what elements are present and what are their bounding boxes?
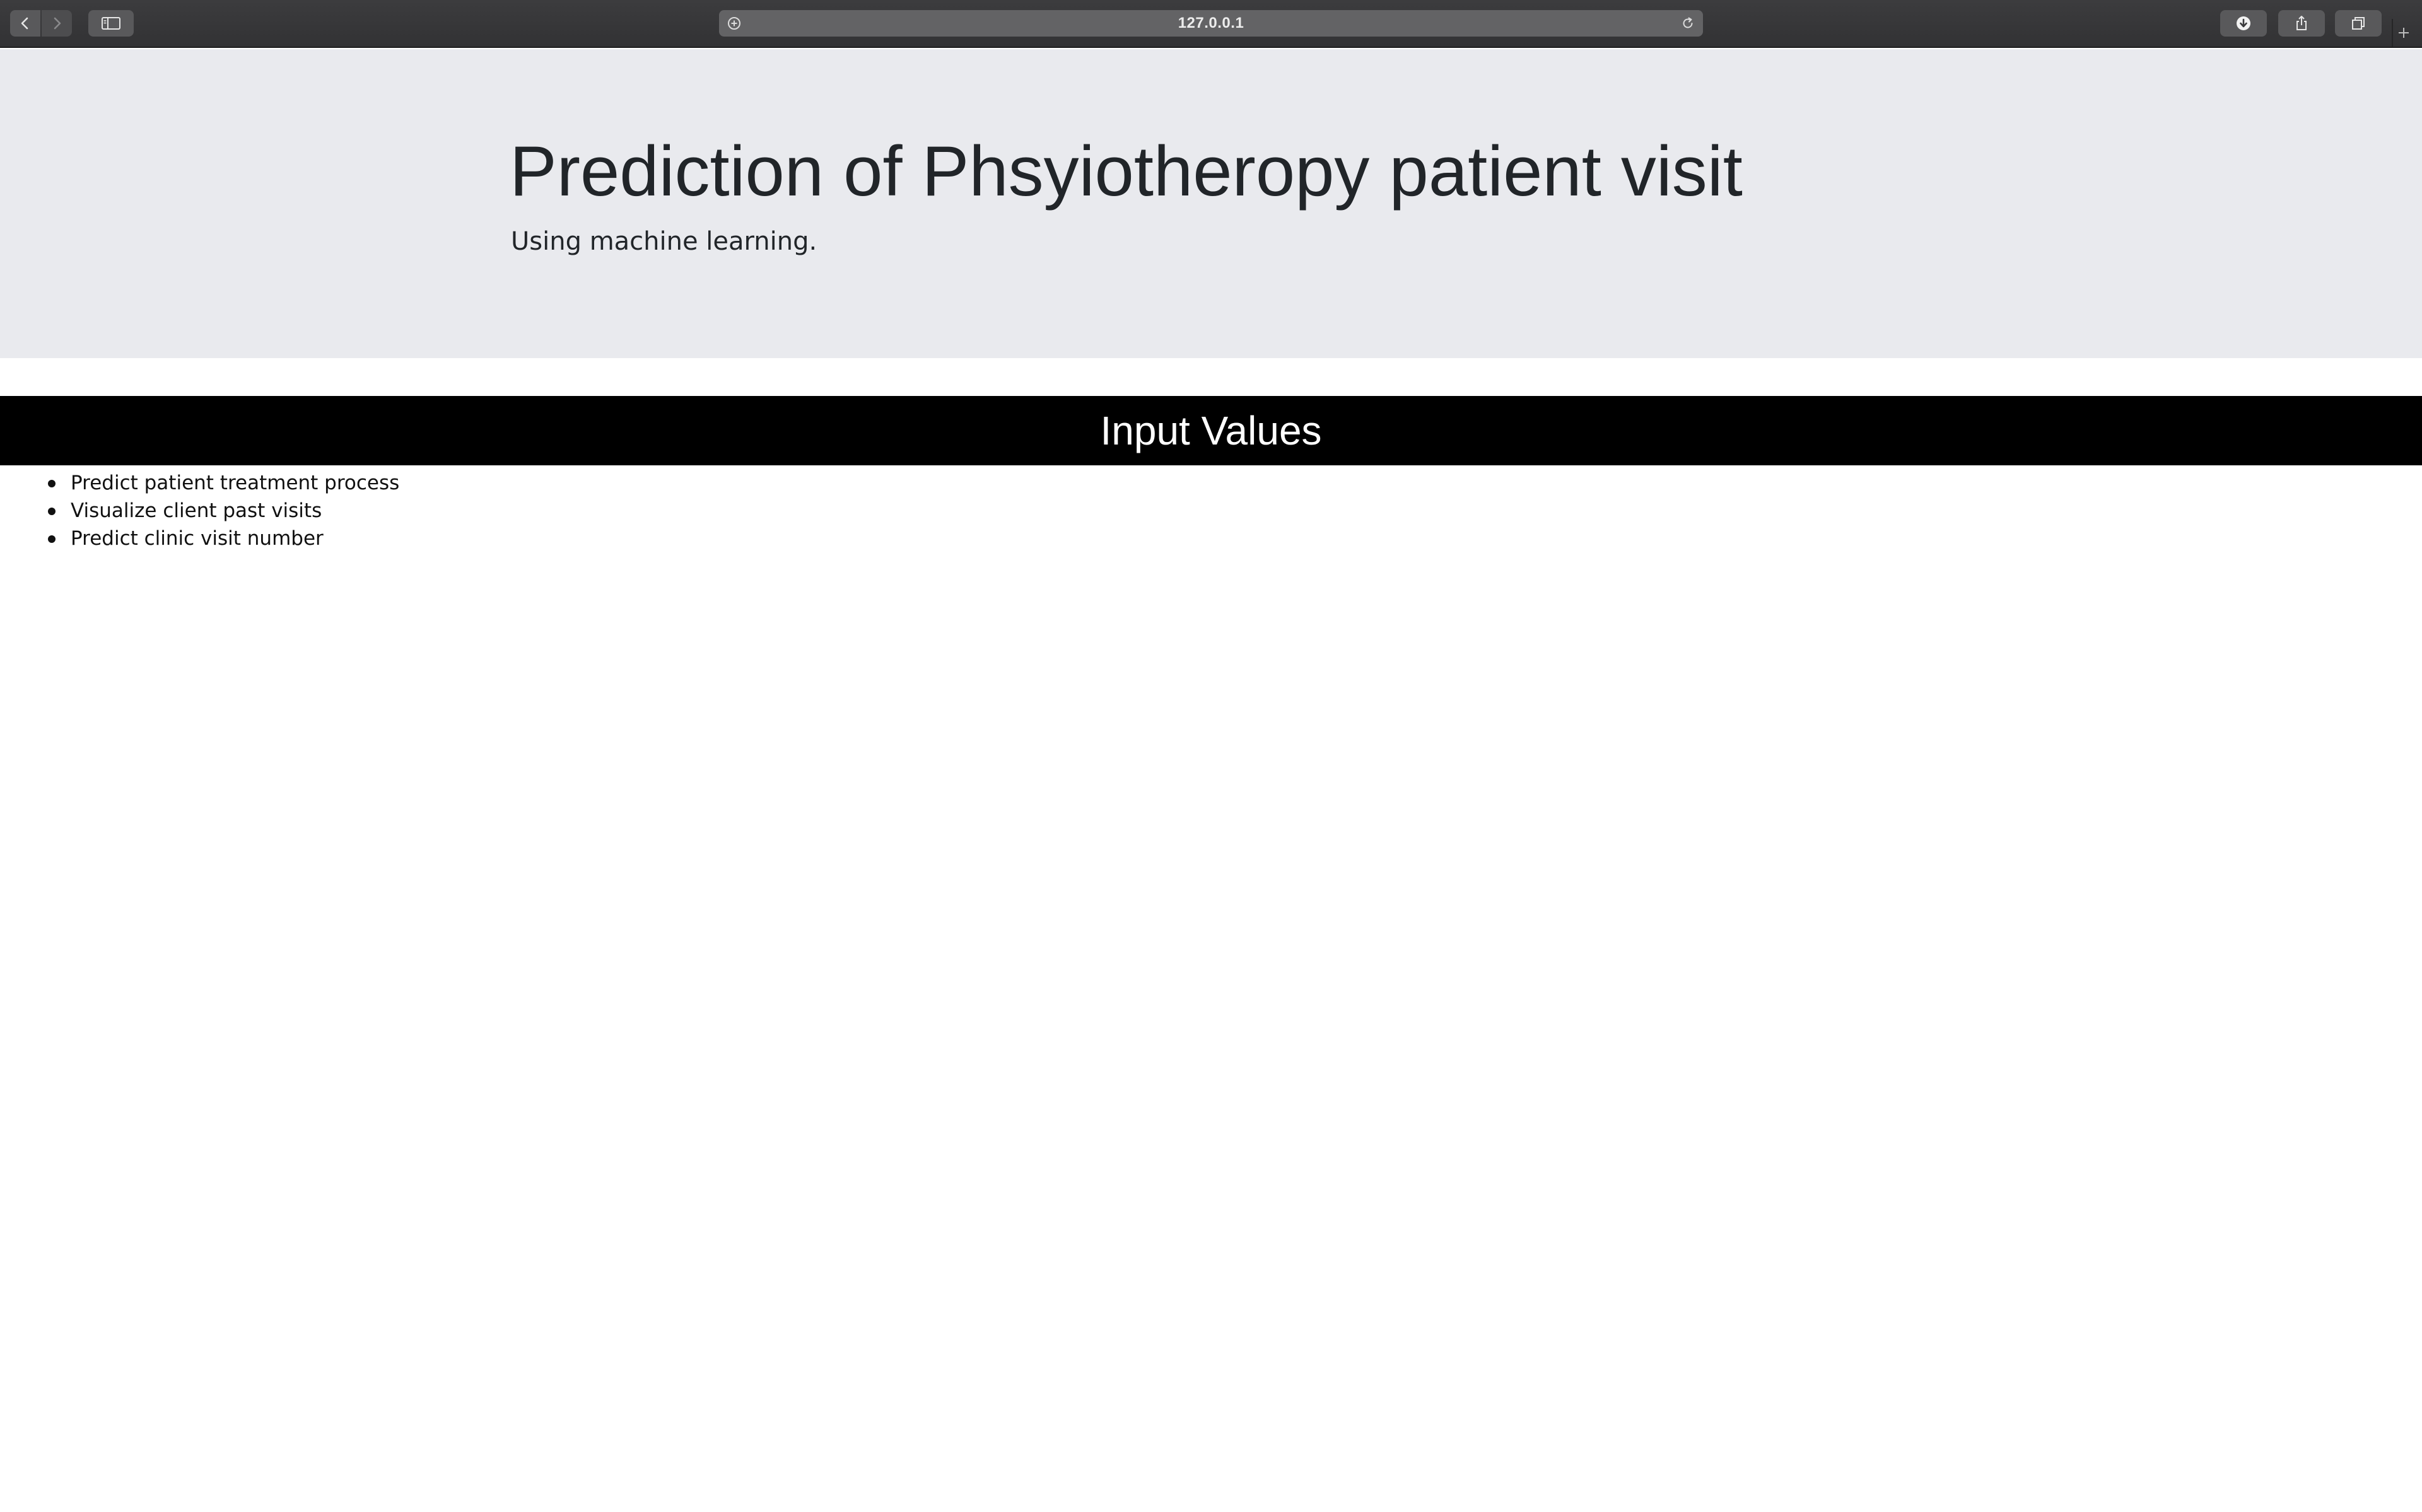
back-button[interactable] xyxy=(10,10,40,37)
bullet-icon xyxy=(48,508,56,515)
share-button[interactable] xyxy=(2278,10,2325,37)
chevron-right-icon xyxy=(54,17,61,30)
tabs-icon xyxy=(2352,17,2365,30)
section-title: Input Values xyxy=(1100,408,1322,453)
share-icon xyxy=(2296,16,2307,30)
sidebar-icon xyxy=(102,17,120,30)
plus-icon xyxy=(2399,28,2409,38)
download-icon xyxy=(2237,16,2250,30)
browser-toolbar: 127.0.0.1 xyxy=(0,0,2422,48)
hero-banner: Prediction of Phsyiotheropy patient visi… xyxy=(0,49,2422,358)
url-text[interactable]: 127.0.0.1 xyxy=(719,10,1703,37)
list-item-label: Predict patient treatment process xyxy=(71,472,400,494)
new-tab-button[interactable] xyxy=(2392,19,2414,47)
list-item: Visualize client past visits xyxy=(0,497,399,525)
downloads-button[interactable] xyxy=(2220,10,2267,37)
address-bar[interactable]: 127.0.0.1 xyxy=(719,10,1703,37)
list-item: Predict patient treatment process xyxy=(0,469,399,497)
page-title: Prediction of Phsyiotheropy patient visi… xyxy=(510,132,1743,211)
forward-button[interactable] xyxy=(42,10,72,37)
tab-overview-button[interactable] xyxy=(2335,10,2382,37)
list-item-label: Predict clinic visit number xyxy=(71,527,324,550)
section-header: Input Values xyxy=(0,396,2422,465)
bullet-icon xyxy=(48,480,56,487)
reload-icon[interactable] xyxy=(1680,16,1695,31)
list-item-label: Visualize client past visits xyxy=(71,499,322,522)
page-subtitle: Using machine learning. xyxy=(511,227,817,256)
sidebar-toggle-button[interactable] xyxy=(88,10,134,37)
feature-list: Predict patient treatment process Visual… xyxy=(0,469,399,552)
bullet-icon xyxy=(48,535,56,543)
chevron-left-icon xyxy=(21,17,28,30)
list-item: Predict clinic visit number xyxy=(0,525,399,552)
